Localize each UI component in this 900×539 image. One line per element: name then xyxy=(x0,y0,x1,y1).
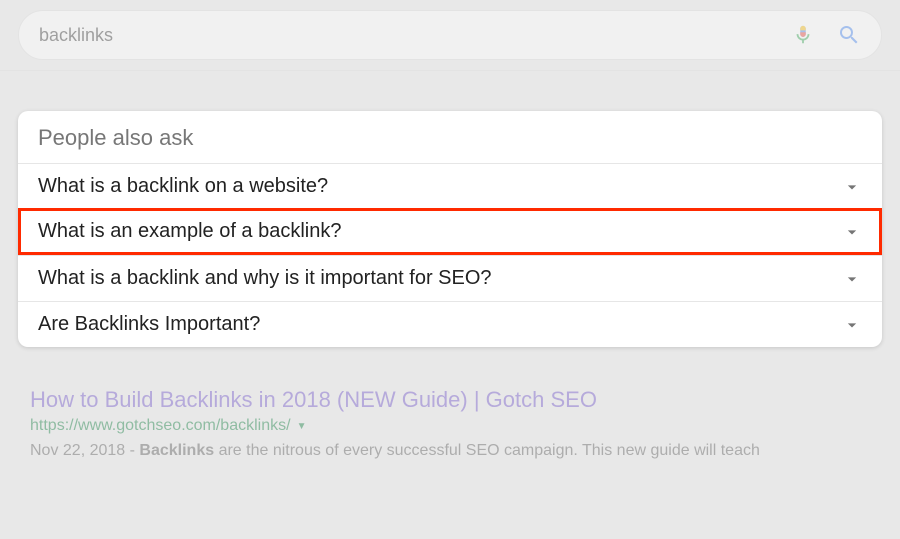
paa-question-3[interactable]: Are Backlinks Important? xyxy=(18,301,882,347)
search-action-icons xyxy=(791,23,861,47)
result-url[interactable]: https://www.gotchseo.com/backlinks/ ▼ xyxy=(30,417,870,435)
result-snippet: Nov 22, 2018 - Backlinks are the nitrous… xyxy=(30,439,870,463)
paa-question-text: Are Backlinks Important? xyxy=(38,313,260,336)
search-bar xyxy=(18,10,882,60)
chevron-down-icon xyxy=(842,269,862,289)
chevron-down-icon xyxy=(842,177,862,197)
chevron-down-icon xyxy=(842,222,862,242)
search-result: How to Build Backlinks in 2018 (NEW Guid… xyxy=(30,387,870,463)
paa-question-text: What is a backlink and why is it importa… xyxy=(38,267,492,290)
result-snippet-text: are the nitrous of every successful SEO … xyxy=(214,442,760,459)
paa-question-text: What is an example of a backlink? xyxy=(38,220,342,243)
paa-question-1[interactable]: What is an example of a backlink? xyxy=(18,208,882,255)
result-bold-term: Backlinks xyxy=(139,442,214,459)
bottom-fade xyxy=(0,499,900,539)
result-url-text: https://www.gotchseo.com/backlinks/ xyxy=(30,417,291,435)
result-title-link[interactable]: How to Build Backlinks in 2018 (NEW Guid… xyxy=(30,387,870,413)
paa-question-text: What is a backlink on a website? xyxy=(38,175,328,198)
search-icon[interactable] xyxy=(837,23,861,47)
paa-question-2[interactable]: What is a backlink and why is it importa… xyxy=(18,255,882,301)
result-date: Nov 22, 2018 xyxy=(30,442,125,459)
people-also-ask-card: People also ask What is a backlink on a … xyxy=(18,111,882,347)
header-divider xyxy=(0,70,900,71)
chevron-down-icon xyxy=(842,315,862,335)
paa-question-0[interactable]: What is a backlink on a website? xyxy=(18,163,882,209)
url-dropdown-icon[interactable]: ▼ xyxy=(297,421,307,432)
search-input[interactable] xyxy=(39,25,791,46)
voice-search-icon[interactable] xyxy=(791,23,815,47)
paa-heading: People also ask xyxy=(18,111,882,163)
